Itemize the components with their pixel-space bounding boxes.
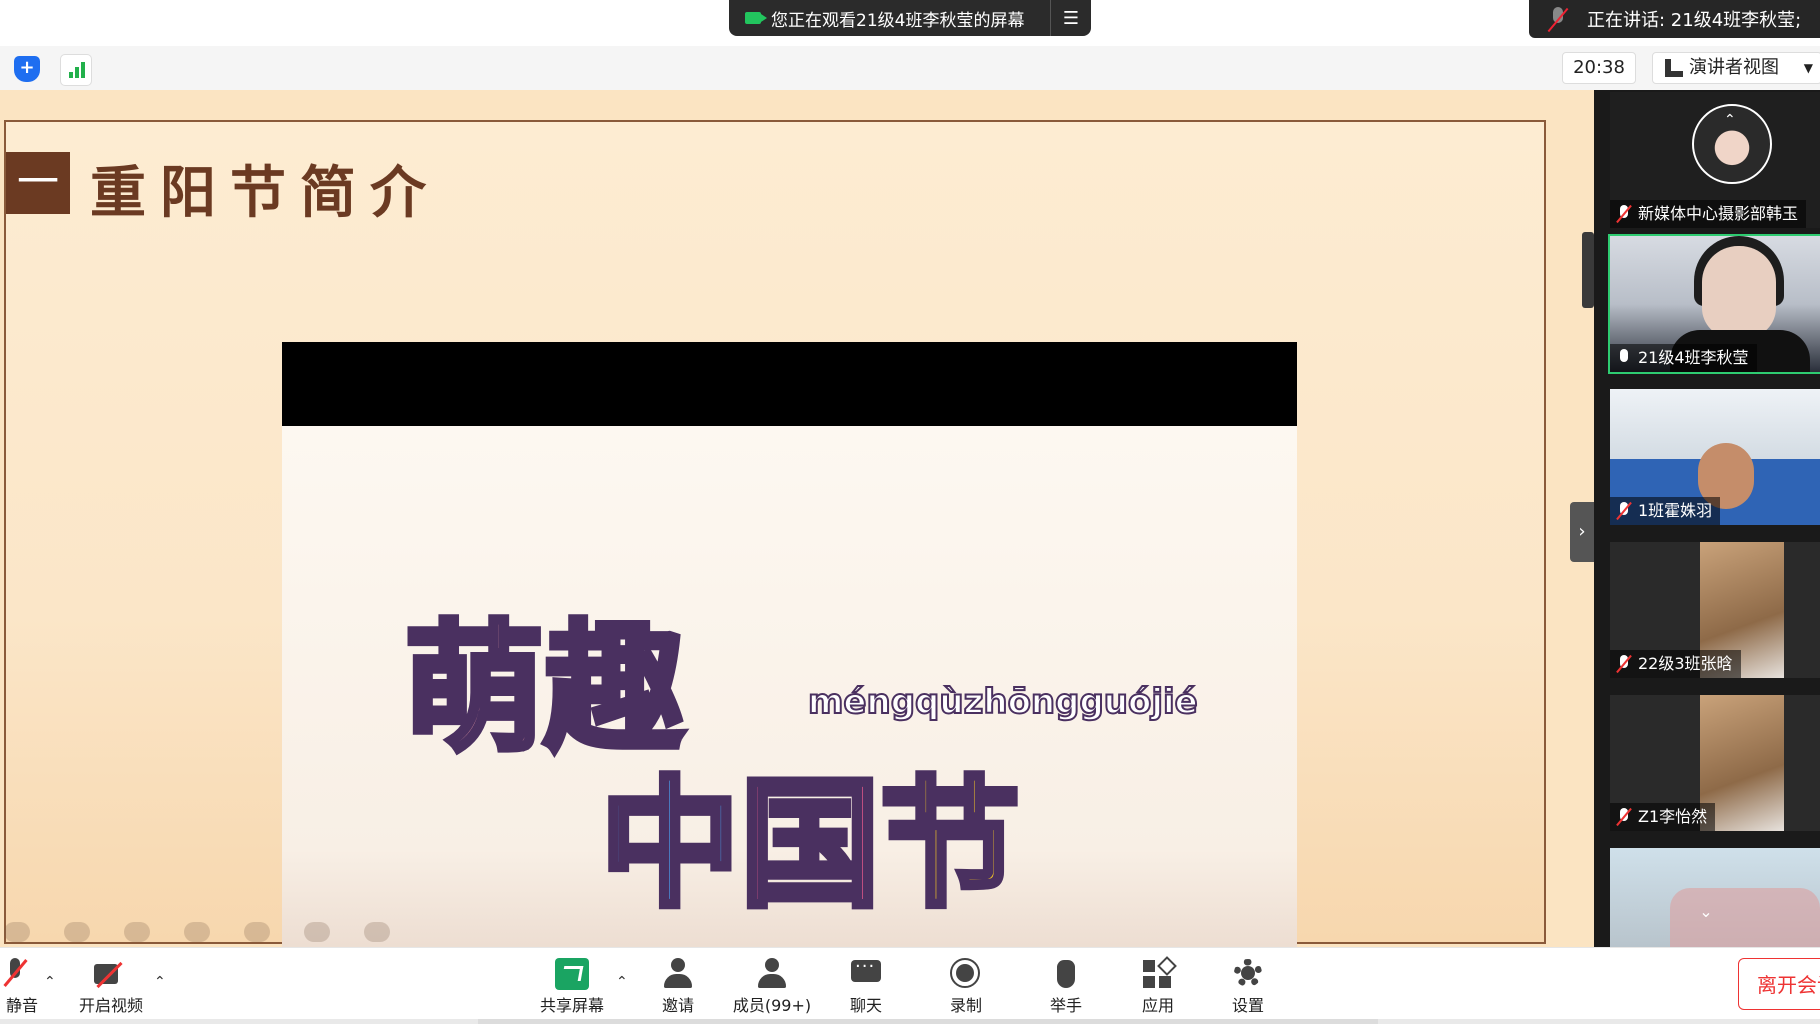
- participant-label: 22级3班张晗: [1610, 650, 1741, 678]
- muted-mic-icon: [1616, 655, 1632, 673]
- participant-tile[interactable]: [1610, 848, 1820, 947]
- settings-label: 设置: [1231, 996, 1264, 1015]
- bottom-divider: [0, 1019, 1820, 1024]
- shared-screen: 一 重阳节简介 萌趣 méngqùzhōngguójié 中国节: [0, 90, 1594, 947]
- logo-char: 中: [597, 761, 743, 930]
- participant-tile-active[interactable]: 21级4班李秋莹: [1608, 234, 1820, 374]
- participant-tile[interactable]: 22级3班张晗: [1610, 542, 1820, 678]
- list-icon[interactable]: ☰: [1051, 8, 1091, 29]
- screen-share-icon: [745, 12, 767, 24]
- annotate-icon[interactable]: [4, 922, 30, 942]
- apps-button[interactable]: 应用: [1114, 952, 1202, 1020]
- muted-mic-icon: [1616, 502, 1632, 520]
- members-button[interactable]: 成员(99+): [722, 952, 822, 1020]
- participant-name: 1班霍姝羽: [1638, 501, 1713, 520]
- meeting-timer: 20:38: [1562, 52, 1636, 84]
- participant-name: 新媒体中心摄影部韩玉: [1638, 204, 1799, 223]
- participant-name: Z1李怡然: [1638, 807, 1708, 826]
- chevron-up-icon[interactable]: ⌃: [44, 974, 56, 990]
- speaking-text: 正在讲话: 21级4班李秋莹;: [1587, 10, 1802, 31]
- settings-button[interactable]: 设置: [1204, 952, 1292, 1020]
- leave-meeting-button[interactable]: 离开会议: [1738, 958, 1820, 1010]
- participant-tile[interactable]: ⌃ 新媒体中心摄影部韩玉: [1610, 92, 1820, 228]
- pen-icon[interactable]: [124, 922, 150, 942]
- caption-icon[interactable]: [304, 922, 330, 942]
- muted-mic-icon: [1543, 5, 1577, 33]
- slide-section-number: 一: [6, 152, 70, 214]
- logo-char: 萌: [401, 605, 547, 774]
- logo-pinyin: méngqùzhōngguójié: [807, 681, 1199, 723]
- meeting-toolbar: + 20:38 演讲者视图 ▼: [0, 46, 1820, 91]
- chat-label: 聊天: [849, 996, 882, 1015]
- mic-icon: [1616, 349, 1632, 367]
- chevron-down-icon: ▼: [1803, 61, 1813, 75]
- muted-mic-icon: [1616, 808, 1632, 826]
- record-button[interactable]: 录制: [922, 952, 1010, 1020]
- chevron-down-icon[interactable]: ⌄: [1690, 902, 1722, 922]
- participant-label: 21级4班李秋莹: [1610, 344, 1757, 372]
- participant-name: 21级4班李秋莹: [1638, 348, 1749, 367]
- chevron-up-icon[interactable]: ⌃: [616, 974, 628, 990]
- viewing-banner-text: 您正在观看21级4班李秋莹的屏幕: [771, 10, 1025, 31]
- mute-label: 静音: [5, 996, 38, 1015]
- slide-title: 重阳节简介: [90, 160, 440, 226]
- apps-icon: [1141, 958, 1175, 990]
- play-icon[interactable]: [64, 922, 90, 942]
- raise-hand-button[interactable]: 举手: [1022, 952, 1110, 1020]
- mic-off-icon: [0, 958, 32, 990]
- add-user-icon: [661, 958, 695, 990]
- control-bar: 静音 ⌃ 开启视频 ⌃ 共享屏幕 ⌃ 邀请 成员(99+) 聊天 录制 举手 应…: [0, 947, 1820, 1025]
- camera-off-icon: [94, 958, 128, 990]
- participant-tile[interactable]: Z1李怡然: [1610, 695, 1820, 831]
- embedded-video[interactable]: 萌趣 méngqùzhōngguójié 中国节: [282, 342, 1297, 947]
- top-strip: 您正在观看21级4班李秋莹的屏幕 ☰ 正在讲话: 21级4班李秋莹;: [0, 0, 1820, 46]
- grid-view-icon: [1665, 59, 1683, 77]
- participant-name: 22级3班张晗: [1638, 654, 1733, 673]
- view-mode-button[interactable]: 演讲者视图 ▼: [1652, 52, 1820, 84]
- logo-line-2: 中国节: [597, 732, 1023, 934]
- more-icon[interactable]: [364, 922, 390, 942]
- video-frame: 萌趣 méngqùzhōngguójié 中国节: [282, 426, 1297, 947]
- share-screen-label: 共享屏幕: [539, 996, 604, 1015]
- chevron-up-icon: ⌃: [1724, 112, 1736, 128]
- members-label: 成员(99+): [732, 996, 812, 1015]
- logo-char: 节: [877, 761, 1023, 930]
- members-icon: [755, 958, 789, 990]
- camera-icon[interactable]: [244, 922, 270, 942]
- share-screen-button[interactable]: 共享屏幕: [528, 952, 616, 1020]
- focus-icon[interactable]: [184, 922, 210, 942]
- video-feed: [1702, 246, 1776, 338]
- muted-mic-icon: [1616, 205, 1632, 223]
- speaking-indicator: 正在讲话: 21级4班李秋莹;: [1529, 0, 1820, 38]
- video-label: 开启视频: [78, 996, 143, 1015]
- hand-icon: [1049, 958, 1083, 990]
- gear-icon: [1231, 958, 1265, 990]
- collapse-panel-button[interactable]: ›: [1570, 502, 1594, 562]
- apps-label: 应用: [1141, 996, 1174, 1015]
- chevron-right-icon: ›: [1578, 521, 1586, 542]
- participant-tile[interactable]: 1班霍姝羽: [1610, 389, 1820, 525]
- record-icon: [949, 958, 983, 990]
- participant-label: 新媒体中心摄影部韩玉: [1610, 200, 1807, 228]
- chat-button[interactable]: 聊天: [822, 952, 910, 1020]
- participant-label: Z1李怡然: [1610, 803, 1716, 831]
- record-label: 录制: [949, 996, 982, 1015]
- participant-label: 1班霍姝羽: [1610, 497, 1721, 525]
- chat-icon: [849, 956, 883, 990]
- panel-scroll-indicator[interactable]: [1582, 232, 1594, 308]
- presentation-slide: 一 重阳节简介 萌趣 méngqùzhōngguójié 中国节: [4, 120, 1546, 947]
- shield-icon[interactable]: +: [14, 56, 40, 82]
- share-screen-icon: [555, 958, 589, 990]
- invite-button[interactable]: 邀请: [634, 952, 722, 1020]
- video-button[interactable]: 开启视频: [64, 952, 158, 1020]
- signal-icon[interactable]: [60, 54, 92, 86]
- chevron-up-icon[interactable]: ⌃: [154, 974, 166, 990]
- avatar: ⌃: [1692, 104, 1772, 184]
- raise-hand-label: 举手: [1049, 996, 1082, 1015]
- annotation-tools-faint: [0, 922, 390, 946]
- viewing-banner[interactable]: 您正在观看21级4班李秋莹的屏幕 ☰: [729, 0, 1091, 36]
- view-mode-label: 演讲者视图: [1689, 57, 1779, 78]
- logo-char: 国: [737, 761, 883, 930]
- invite-label: 邀请: [661, 996, 694, 1015]
